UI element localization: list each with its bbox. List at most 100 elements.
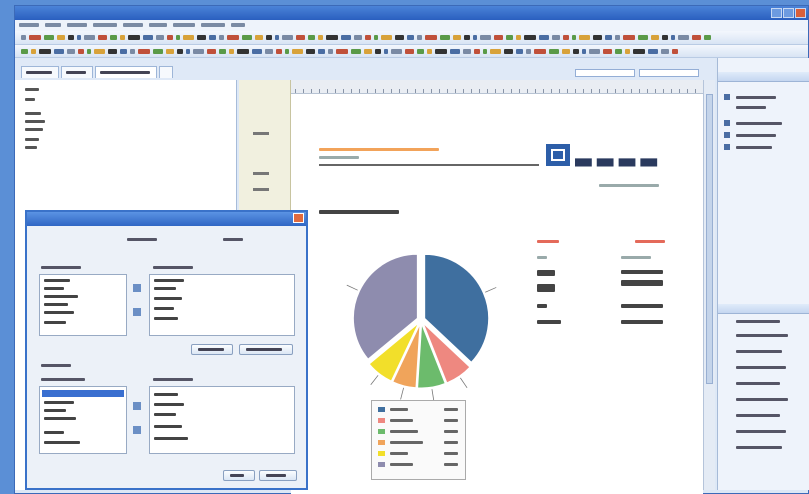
menu-item[interactable] [19,23,39,27]
menu-item[interactable] [93,23,117,27]
toolbar-icon[interactable] [143,35,153,40]
toolbar-icon[interactable] [39,49,51,54]
menu-item[interactable] [67,23,87,27]
minimize-icon[interactable] [771,8,782,18]
nav-item[interactable] [25,88,39,91]
zoom-input[interactable] [639,69,699,77]
toolbar-icon[interactable] [463,49,471,54]
prop-item[interactable] [736,320,780,323]
toolbar-icon[interactable] [255,35,263,40]
tree-item[interactable] [736,122,782,125]
toolbar-icon[interactable] [603,49,612,54]
toolbar-icon[interactable] [67,49,75,54]
cancel-button[interactable] [259,470,297,481]
tree-item[interactable] [736,146,772,149]
toolbar-icon[interactable] [504,49,513,54]
toolbar-icon[interactable] [651,35,659,40]
toolbar-icon[interactable] [490,49,501,54]
toolbar-icon[interactable] [395,35,404,40]
vertical-scrollbar[interactable] [703,80,715,490]
toolbar-icon[interactable] [351,49,361,54]
scrollbar-thumb[interactable] [706,94,713,384]
toolbar-icon[interactable] [623,35,635,40]
toolbar-icon[interactable] [31,49,36,54]
toolbar-icon[interactable] [219,35,224,40]
toolbar-icon[interactable] [110,35,117,40]
toolbar-icon[interactable] [405,49,414,54]
toolbar-icon[interactable] [108,49,117,54]
toolbar-icon[interactable] [341,35,351,40]
toolbar-icon[interactable] [678,35,689,40]
toolbar-icon[interactable] [562,49,570,54]
toolbar-icon[interactable] [84,35,95,40]
toolbar-icon[interactable] [589,49,600,54]
title-bar[interactable] [15,6,808,20]
tab-close[interactable] [159,66,173,78]
toolbar-icon[interactable] [572,35,576,40]
arrow-left-icon[interactable] [133,308,141,316]
nav-item[interactable] [25,138,39,141]
toolbar-icon[interactable] [506,35,513,40]
toolbar-icon[interactable] [44,35,54,40]
toolbar-icon[interactable] [336,49,348,54]
toolbar-icon[interactable] [516,49,523,54]
ok-button[interactable] [223,470,255,481]
toolbar-icon[interactable] [464,35,470,40]
menu-item[interactable] [149,23,167,27]
tree-item[interactable] [736,96,776,99]
toolbar-icon[interactable] [285,49,289,54]
toolbar-icon[interactable] [704,35,711,40]
prop-item[interactable] [736,350,782,353]
toolbar-icon[interactable] [326,35,338,40]
maximize-icon[interactable] [783,8,794,18]
toolbar-icon[interactable] [156,35,164,40]
toolbar-icon[interactable] [552,35,560,40]
prop-item[interactable] [736,382,780,385]
toolbar-icon[interactable] [494,35,503,40]
toolbar-icon[interactable] [318,35,323,40]
toolbar-icon[interactable] [450,49,460,54]
toolbar-icon[interactable] [662,35,668,40]
toolbar-icon[interactable] [384,49,388,54]
toolbar-icon[interactable] [275,35,279,40]
toolbar-icon[interactable] [435,49,447,54]
toolbar-icon[interactable] [219,49,226,54]
toolbar-icon[interactable] [633,49,645,54]
sort-fields-list[interactable] [39,386,127,454]
toolbar-icon[interactable] [425,35,437,40]
toolbar-icon[interactable] [207,49,216,54]
toolbar-icon[interactable] [440,35,450,40]
arrow-right-icon[interactable] [133,402,141,410]
toolbar-icon[interactable] [480,35,491,40]
toolbar-icon[interactable] [120,49,127,54]
toolbar-icon[interactable] [292,49,303,54]
toolbar-icon[interactable] [605,35,612,40]
toolbar-icon[interactable] [573,49,579,54]
toolbar-icon[interactable] [183,35,194,40]
close-icon[interactable] [795,8,806,18]
toolbar-icon[interactable] [579,35,590,40]
toolbar-icon[interactable] [265,49,273,54]
prop-item[interactable] [736,366,786,369]
toolbar-icon[interactable] [29,35,41,40]
toolbar-icon[interactable] [138,49,150,54]
sort-order-list[interactable] [149,386,295,454]
tab-1[interactable] [21,66,59,78]
toolbar-icon[interactable] [57,35,65,40]
toolbar-icon[interactable] [128,35,140,40]
toolbar-icon[interactable] [252,49,262,54]
toolbar-icon[interactable] [98,35,107,40]
toolbar-icon[interactable] [534,49,546,54]
nav-item[interactable] [25,128,43,131]
toolbar-icon[interactable] [318,49,325,54]
toolbar-icon[interactable] [21,35,26,40]
menu-item[interactable] [173,23,195,27]
prop-item[interactable] [736,334,788,337]
toolbar-icon[interactable] [417,49,424,54]
dialog-title-bar[interactable] [27,212,306,226]
menu-item[interactable] [201,23,225,27]
toolbar-icon[interactable] [671,35,675,40]
tree-item[interactable] [736,106,766,109]
prop-item[interactable] [736,414,780,417]
toolbar-icon[interactable] [374,35,378,40]
